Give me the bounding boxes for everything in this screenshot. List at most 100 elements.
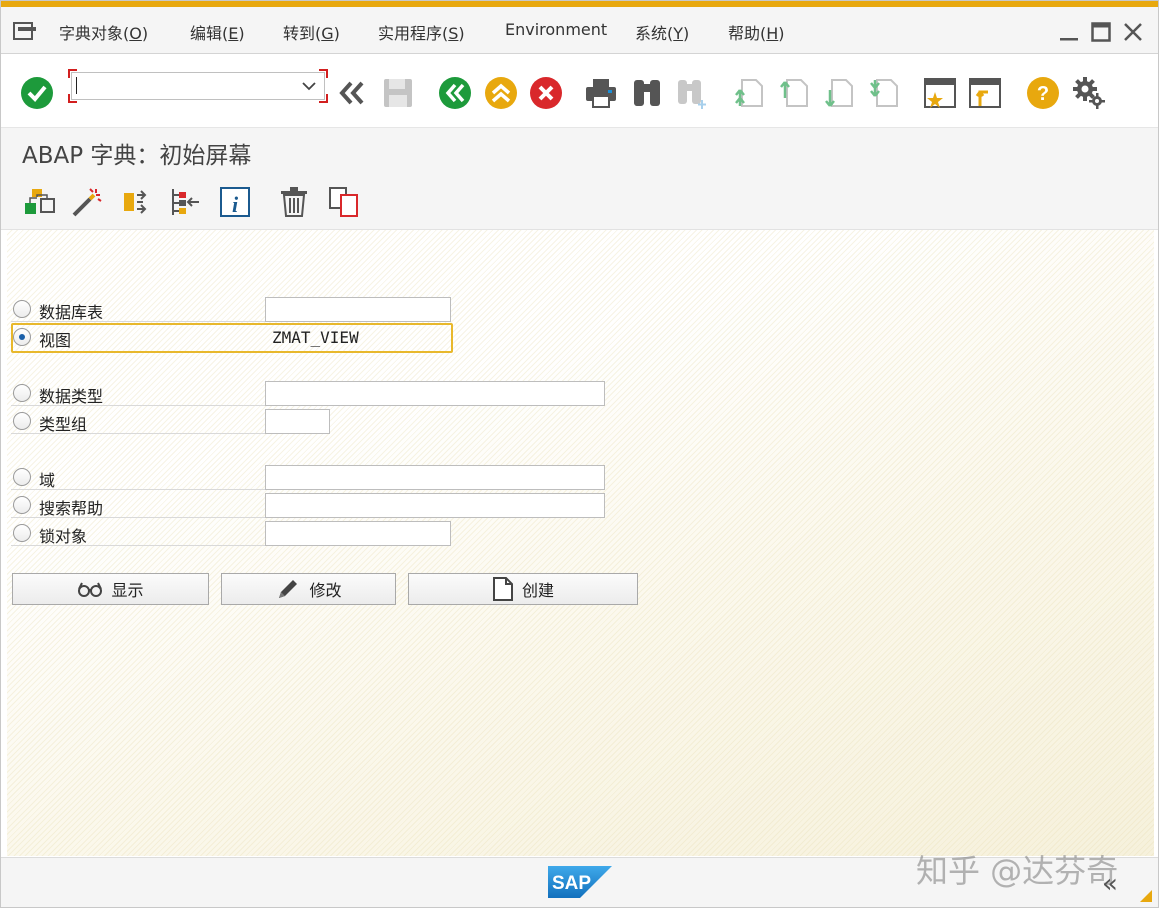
label-data-type: 数据类型 xyxy=(39,387,104,406)
copy-icon xyxy=(329,187,358,217)
change-button-label: 修改 xyxy=(309,581,342,600)
radio-search-help[interactable] xyxy=(13,496,31,514)
radio-type-group[interactable] xyxy=(13,412,31,430)
input-domain[interactable] xyxy=(265,465,605,490)
menu-environment[interactable]: Environment xyxy=(505,20,607,39)
menu-goto[interactable]: 转到(G) xyxy=(283,20,340,44)
window-arrow-icon xyxy=(969,78,1001,108)
back-icon xyxy=(439,77,471,109)
option-row-lock-object: 锁对象 xyxy=(11,521,461,547)
save-button[interactable] xyxy=(381,76,415,110)
svg-text:?: ? xyxy=(1037,83,1049,105)
focus-corner xyxy=(68,94,77,103)
watermark: 知乎 @达芬奇 xyxy=(916,852,1119,890)
label-lock-object: 锁对象 xyxy=(39,527,88,546)
input-type-group[interactable] xyxy=(265,409,330,434)
gear-icon xyxy=(1073,77,1105,109)
activate-button[interactable] xyxy=(119,185,153,219)
option-row-search-help: 搜索帮助 xyxy=(11,493,611,519)
main-content: 数据库表 视图 ZMAT_VIEW 数据类型 类型组 域 搜索帮助 锁对象 显示… xyxy=(7,230,1154,856)
input-lock-object[interactable] xyxy=(265,521,451,546)
radio-domain[interactable] xyxy=(13,468,31,486)
create-button-label: 创建 xyxy=(521,581,554,600)
find-next-button[interactable] xyxy=(675,76,709,110)
delete-button[interactable] xyxy=(277,185,311,219)
menu-utilities[interactable]: 实用程序(S) xyxy=(378,20,465,44)
print-icon xyxy=(586,79,616,108)
previous-page-button[interactable] xyxy=(777,76,811,110)
svg-text:i: i xyxy=(232,192,239,217)
other-object-button[interactable] xyxy=(22,185,56,219)
radio-view[interactable] xyxy=(13,328,31,346)
row-underline xyxy=(11,405,265,406)
radio-data-type[interactable] xyxy=(13,384,31,402)
command-field[interactable] xyxy=(68,69,328,103)
find-button[interactable] xyxy=(630,76,664,110)
resize-handle[interactable] xyxy=(1140,890,1152,902)
row-underline xyxy=(11,489,265,490)
option-row-domain: 域 xyxy=(11,465,611,491)
sap-window: 字典对象(O) 编辑(E) 转到(G) 实用程序(S) Environment … xyxy=(0,0,1159,908)
check-button[interactable] xyxy=(70,185,104,219)
application-toolbar: i xyxy=(1,171,1158,230)
label-type-group: 类型组 xyxy=(39,415,88,434)
chevron-down-icon[interactable] xyxy=(302,81,316,91)
radio-db-table[interactable] xyxy=(13,300,31,318)
input-data-type[interactable] xyxy=(265,381,605,406)
option-row-data-type: 数据类型 xyxy=(11,381,611,407)
exit-button[interactable] xyxy=(484,76,518,110)
first-page-button[interactable] xyxy=(732,76,766,110)
input-view[interactable]: ZMAT_VIEW xyxy=(265,325,451,350)
command-input[interactable] xyxy=(71,72,325,100)
standard-toolbar: ? xyxy=(1,54,1158,126)
enter-button[interactable] xyxy=(20,76,54,110)
display-button-label: 显示 xyxy=(111,581,144,600)
binoculars-plus-icon xyxy=(678,80,706,109)
row-underline xyxy=(11,545,265,546)
focus-corner xyxy=(319,94,328,103)
text-cursor xyxy=(76,77,77,94)
cancel-icon xyxy=(530,77,562,109)
info-button[interactable]: i xyxy=(218,185,252,219)
copy-button[interactable] xyxy=(327,185,361,219)
last-page-button[interactable] xyxy=(867,76,901,110)
next-page-icon xyxy=(825,79,853,107)
input-db-table[interactable] xyxy=(265,297,451,322)
minimize-icon[interactable] xyxy=(1058,21,1080,43)
menu-icon[interactable] xyxy=(13,22,39,40)
save-icon xyxy=(384,79,412,107)
input-search-help[interactable] xyxy=(265,493,605,518)
sap-logo: SAP xyxy=(548,866,612,898)
close-window-icon[interactable] xyxy=(1122,21,1144,43)
menu-system[interactable]: 系统(Y) xyxy=(635,20,689,44)
last-page-icon xyxy=(870,79,898,107)
print-button[interactable] xyxy=(584,76,618,110)
new-session-button[interactable] xyxy=(923,76,957,110)
create-button[interactable]: 创建 xyxy=(408,573,638,605)
maximize-icon[interactable] xyxy=(1090,21,1112,43)
display-button[interactable]: 显示 xyxy=(12,573,209,605)
option-row-type-group: 类型组 xyxy=(11,409,341,435)
option-row-view: 视图 ZMAT_VIEW xyxy=(11,323,461,353)
menu-dictionary-objects[interactable]: 字典对象(O) xyxy=(59,20,148,44)
help-button[interactable]: ? xyxy=(1026,76,1060,110)
radio-lock-object[interactable] xyxy=(13,524,31,542)
row-underline xyxy=(11,321,265,322)
cancel-button[interactable] xyxy=(529,76,563,110)
settings-button[interactable] xyxy=(1072,76,1106,110)
first-page-icon xyxy=(735,79,763,107)
label-view: 视图 xyxy=(39,331,72,350)
menu-edit[interactable]: 编辑(E) xyxy=(190,20,245,44)
focus-corner xyxy=(319,69,328,78)
menu-help[interactable]: 帮助(H) xyxy=(728,20,785,44)
back-button[interactable] xyxy=(438,76,472,110)
where-used-button[interactable] xyxy=(167,185,201,219)
collapse-toolbar-button[interactable] xyxy=(334,76,368,110)
shortcut-button[interactable] xyxy=(968,76,1002,110)
change-button[interactable]: 修改 xyxy=(221,573,396,605)
window-star-icon xyxy=(924,78,956,108)
next-page-button[interactable] xyxy=(822,76,856,110)
hierarchy-icon xyxy=(25,189,55,214)
double-chevron-left-icon[interactable]: « xyxy=(1102,869,1118,899)
double-chevron-left-icon xyxy=(339,81,364,105)
